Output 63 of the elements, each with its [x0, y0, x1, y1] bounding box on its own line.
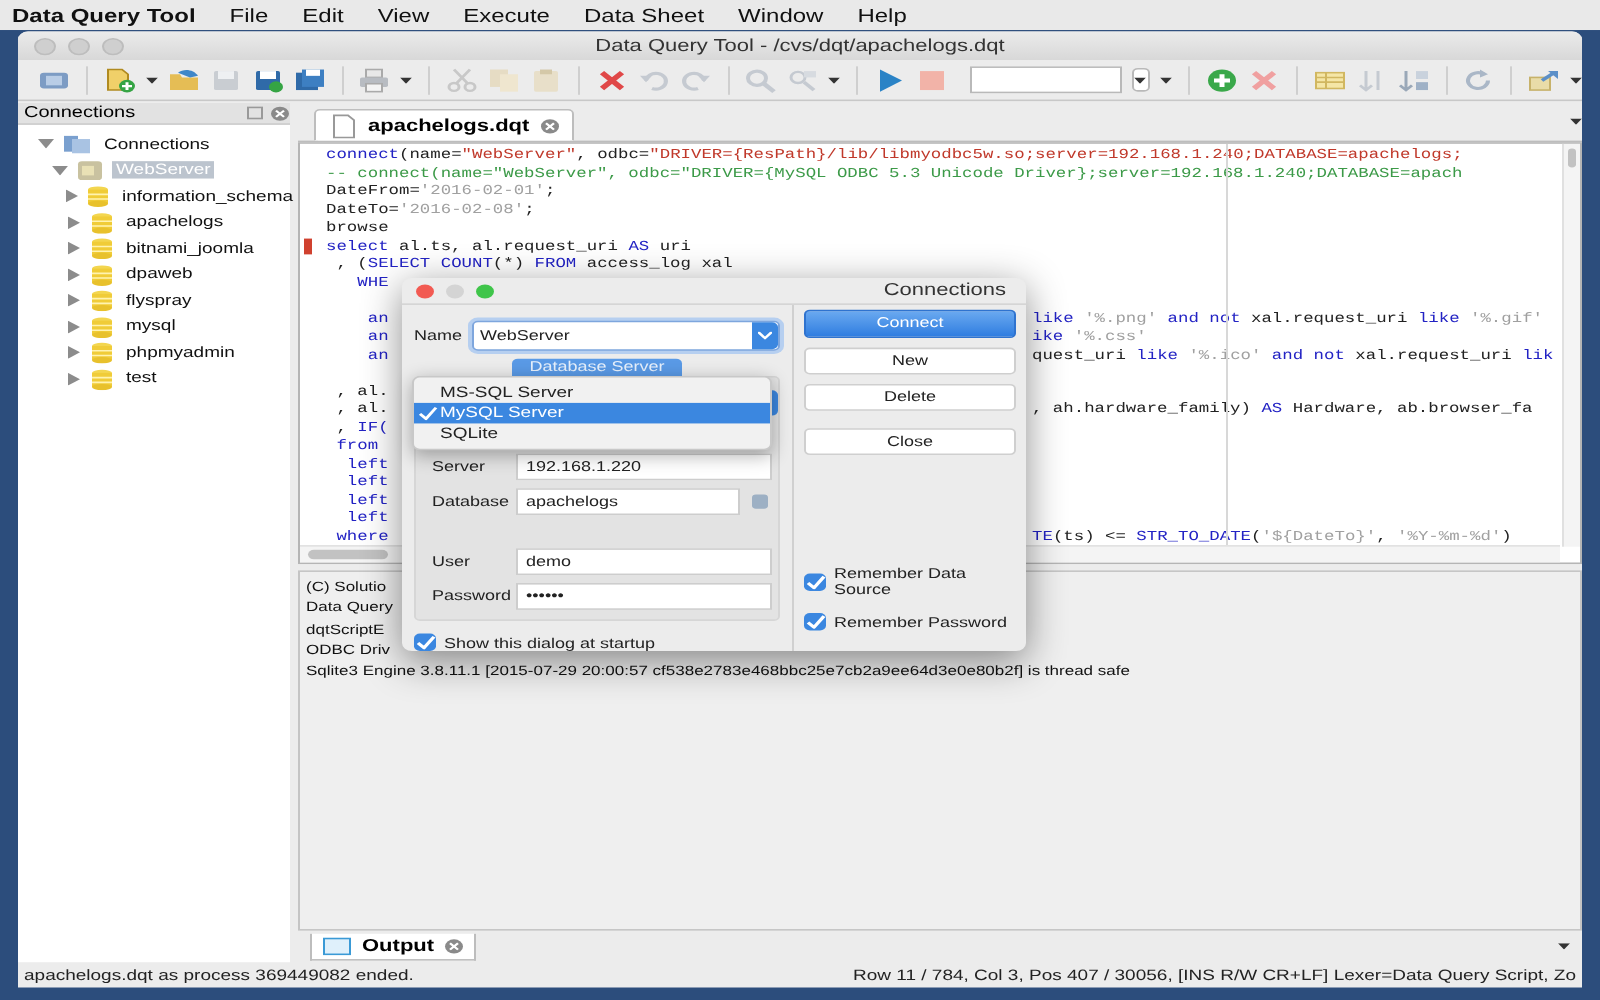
expand-arrow-icon[interactable] — [68, 320, 80, 333]
caret-icon[interactable] — [828, 76, 841, 83]
chevron-down-icon — [758, 331, 772, 339]
expand-arrow-icon[interactable] — [68, 216, 80, 229]
close-icon[interactable] — [270, 105, 290, 121]
scrollbar-thumb[interactable] — [308, 549, 388, 560]
checkbox[interactable] — [414, 633, 436, 651]
query-combo-field[interactable] — [970, 66, 1122, 94]
check-icon — [415, 635, 435, 650]
close-icon[interactable] — [539, 117, 560, 134]
menu-item[interactable]: File — [229, 3, 269, 27]
printer-icon[interactable] — [358, 67, 391, 93]
window-icon — [322, 934, 352, 957]
menu-item[interactable]: Data Sheet — [583, 3, 705, 27]
close-icon[interactable] — [444, 937, 465, 954]
window-title: Data Query Tool - /cvs/dqt/apachelogs.dqt — [595, 36, 1005, 56]
editor-tab[interactable]: apachelogs.dqt — [314, 109, 574, 141]
menu-item[interactable]: Window — [738, 3, 824, 27]
menu-item[interactable]: View — [377, 3, 430, 27]
expand-arrow-icon[interactable] — [52, 165, 68, 175]
sort-icon[interactable] — [1397, 67, 1430, 93]
output-tab[interactable]: Output — [310, 933, 477, 960]
expand-arrow-icon[interactable] — [68, 294, 80, 307]
browse-button[interactable] — [746, 489, 772, 513]
refresh-icon[interactable] — [1462, 67, 1495, 93]
caret-icon[interactable] — [1558, 943, 1570, 950]
remove-icon[interactable] — [1247, 67, 1280, 93]
expand-arrow-icon[interactable] — [68, 346, 80, 360]
caret-icon[interactable] — [1570, 118, 1582, 125]
clipboard-icon[interactable] — [530, 67, 563, 93]
check-icon — [805, 614, 825, 629]
add-icon[interactable] — [1205, 67, 1238, 93]
table-icon[interactable] — [1313, 67, 1346, 93]
dropdown-button[interactable] — [1131, 67, 1151, 92]
expand-arrow-icon[interactable] — [68, 372, 80, 386]
check-icon — [417, 406, 437, 421]
caret-icon[interactable] — [400, 76, 413, 83]
save-icon[interactable] — [251, 67, 284, 93]
checkbox[interactable] — [804, 572, 826, 591]
check-icon — [805, 574, 825, 589]
zoom-window-button[interactable] — [476, 283, 494, 298]
menu-item[interactable]: Edit — [302, 3, 344, 27]
menu-item[interactable]: Help — [857, 3, 907, 27]
delete-icon[interactable] — [595, 67, 628, 93]
caret-icon[interactable] — [145, 76, 158, 83]
expand-arrow-icon[interactable] — [68, 268, 80, 281]
close-window-button[interactable] — [416, 283, 434, 298]
expand-arrow-icon[interactable] — [68, 242, 80, 255]
folder-icon[interactable] — [167, 67, 200, 93]
expand-arrow-icon[interactable] — [38, 139, 54, 149]
dialog-title: Connections — [883, 281, 1006, 301]
new-file-icon[interactable] — [103, 67, 136, 93]
caret-icon[interactable] — [1569, 76, 1582, 83]
save-all-icon[interactable] — [293, 67, 326, 93]
menu-item[interactable]: Execute — [463, 3, 550, 27]
app-menu[interactable]: Data Query Tool — [12, 3, 196, 27]
export-icon[interactable] — [1527, 67, 1560, 93]
play-icon[interactable] — [874, 67, 907, 93]
expand-arrow-icon[interactable] — [66, 190, 78, 203]
checkbox[interactable] — [804, 613, 826, 631]
float-icon[interactable] — [246, 105, 264, 121]
scrollbar-thumb[interactable] — [1568, 148, 1576, 168]
server-icon — [62, 133, 92, 156]
